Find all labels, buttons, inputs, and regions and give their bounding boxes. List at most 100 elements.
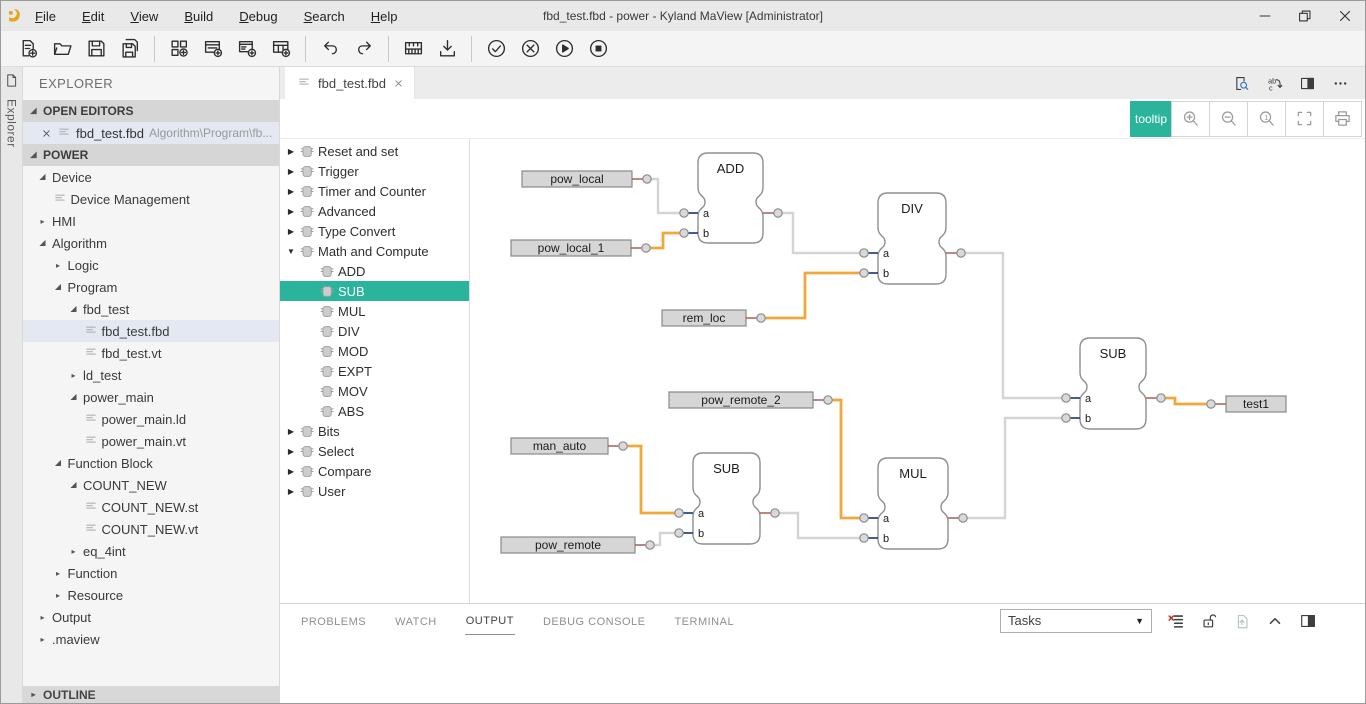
- tree-item-function[interactable]: ▸Function: [23, 562, 279, 584]
- close-tab-icon[interactable]: [393, 78, 404, 89]
- new-table-button[interactable]: [264, 34, 298, 64]
- tree-item-device[interactable]: ◢Device: [23, 166, 279, 188]
- menu-debug[interactable]: Debug: [239, 9, 277, 24]
- library-item-reset-and-set[interactable]: ▶Reset and set: [280, 141, 469, 161]
- collapse-panel-button[interactable]: [1266, 612, 1284, 630]
- library-item-user[interactable]: ▶User: [280, 481, 469, 501]
- connector-port[interactable]: [675, 509, 683, 517]
- new-project-button[interactable]: [162, 34, 196, 64]
- tree-item-device-management[interactable]: Device Management: [23, 188, 279, 210]
- redo-button[interactable]: [347, 34, 381, 64]
- tasks-dropdown[interactable]: Tasks ▼: [1000, 609, 1152, 633]
- undo-button[interactable]: [313, 34, 347, 64]
- tree-item-power-main[interactable]: ◢power_main: [23, 386, 279, 408]
- compile-check-button[interactable]: [479, 34, 513, 64]
- clear-output-button[interactable]: [1167, 612, 1185, 630]
- connector-port[interactable]: [860, 514, 868, 522]
- open-editors-header[interactable]: ◢ OPEN EDITORS: [23, 100, 279, 122]
- close-panel-button[interactable]: [1332, 612, 1350, 630]
- library-item-mod[interactable]: MOD: [280, 341, 469, 361]
- fbd-block-mul[interactable]: MULab: [868, 458, 959, 549]
- save-button[interactable]: [79, 34, 113, 64]
- library-item-add[interactable]: ADD: [280, 261, 469, 281]
- library-item-div[interactable]: DIV: [280, 321, 469, 341]
- connector-port[interactable]: [680, 229, 688, 237]
- tree-item-count-new-st[interactable]: COUNT_NEW.st: [23, 496, 279, 518]
- wire-man_auto-to-SUB2.a[interactable]: [627, 446, 675, 513]
- restore-window-button[interactable]: [1285, 1, 1325, 31]
- panel-layout-button[interactable]: [1299, 612, 1317, 630]
- connector-port[interactable]: [860, 269, 868, 277]
- tooltip-button[interactable]: tooltip: [1130, 101, 1172, 137]
- tree-item-fbd-test-vt[interactable]: fbd_test.vt: [23, 342, 279, 364]
- connector-port[interactable]: [824, 396, 832, 404]
- tree-item-program[interactable]: ◢Program: [23, 276, 279, 298]
- connector-port[interactable]: [675, 529, 683, 537]
- library-item-compare[interactable]: ▶Compare: [280, 461, 469, 481]
- library-item-abs[interactable]: ABS: [280, 401, 469, 421]
- connector-port[interactable]: [774, 209, 782, 217]
- variable-pow_remote[interactable]: pow_remote: [501, 537, 635, 553]
- run-button[interactable]: [547, 34, 581, 64]
- outline-header[interactable]: ▸ OUTLINE: [23, 686, 279, 703]
- wire-rem_loc-to-DIV.b[interactable]: [765, 273, 860, 318]
- connector-port[interactable]: [642, 244, 650, 252]
- replace-button[interactable]: abc: [1266, 75, 1283, 92]
- new-file-button[interactable]: [11, 34, 45, 64]
- fbd-diagram[interactable]: pow_localpow_local_1rem_locpow_remote_2m…: [470, 139, 1364, 603]
- tree-item-count-new[interactable]: ◢COUNT_NEW: [23, 474, 279, 496]
- connector-port[interactable]: [1157, 394, 1165, 402]
- tree-item-hmi[interactable]: ▸HMI: [23, 210, 279, 232]
- variable-man_auto[interactable]: man_auto: [511, 438, 608, 454]
- close-window-button[interactable]: [1325, 1, 1365, 31]
- fit-screen-button[interactable]: [1285, 101, 1324, 137]
- tree-item-count-new-vt[interactable]: COUNT_NEW.vt: [23, 518, 279, 540]
- print-button[interactable]: [1323, 101, 1362, 137]
- open-folder-button[interactable]: [45, 34, 79, 64]
- tree-item-power-main-ld[interactable]: power_main.ld: [23, 408, 279, 430]
- tree-item-algorithm[interactable]: ◢Algorithm: [23, 232, 279, 254]
- library-item-timer-and-counter[interactable]: ▶Timer and Counter: [280, 181, 469, 201]
- tree-item-function-block[interactable]: ◢Function Block: [23, 452, 279, 474]
- variable-pow_local_1[interactable]: pow_local_1: [511, 240, 631, 256]
- tab-fbd-test[interactable]: fbd_test.fbd: [285, 67, 415, 99]
- panel-tab-output[interactable]: OUTPUT: [465, 606, 515, 635]
- activity-bar-label[interactable]: Explorer: [5, 99, 19, 148]
- tree-item-logic[interactable]: ▸Logic: [23, 254, 279, 276]
- menu-edit[interactable]: Edit: [82, 9, 104, 24]
- tree-item-resource[interactable]: ▸Resource: [23, 584, 279, 606]
- wire-pow_local_1-to-ADD.b[interactable]: [650, 233, 680, 248]
- connector-port[interactable]: [646, 541, 654, 549]
- zoom-in-button[interactable]: [1171, 101, 1210, 137]
- variable-pow_remote_2[interactable]: pow_remote_2: [669, 392, 813, 408]
- menu-file[interactable]: File: [35, 9, 56, 24]
- variable-pow_local[interactable]: pow_local: [522, 171, 632, 187]
- tree-item-eq-4int[interactable]: ▸eq_4int: [23, 540, 279, 562]
- open-editor-item[interactable]: fbd_test.fbd Algorithm\Program\fb...: [23, 122, 279, 144]
- more-actions-button[interactable]: [1332, 75, 1349, 92]
- library-item-math-and-compute[interactable]: ▼Math and Compute: [280, 241, 469, 261]
- explorer-file-icon[interactable]: [4, 73, 19, 93]
- new-window-button[interactable]: [230, 34, 264, 64]
- connector-port[interactable]: [619, 442, 627, 450]
- panel-tab-debug-console[interactable]: DEBUG CONSOLE: [542, 607, 646, 635]
- connector-port[interactable]: [860, 249, 868, 257]
- library-item-select[interactable]: ▶Select: [280, 441, 469, 461]
- library-item-bits[interactable]: ▶Bits: [280, 421, 469, 441]
- library-item-type-convert[interactable]: ▶Type Convert: [280, 221, 469, 241]
- menu-help[interactable]: Help: [371, 9, 398, 24]
- close-editor-icon[interactable]: [41, 128, 52, 139]
- download-button[interactable]: [430, 34, 464, 64]
- cancel-button[interactable]: [513, 34, 547, 64]
- zoom-reset-button[interactable]: 1: [1247, 101, 1286, 137]
- unlock-button[interactable]: [1200, 612, 1218, 630]
- library-item-expt[interactable]: EXPT: [280, 361, 469, 381]
- wire-pow_remote-to-SUB2.b[interactable]: [654, 533, 675, 545]
- library-item-trigger[interactable]: ▶Trigger: [280, 161, 469, 181]
- menu-search[interactable]: Search: [304, 9, 345, 24]
- new-pou-button[interactable]: [196, 34, 230, 64]
- connector-port[interactable]: [860, 534, 868, 542]
- panel-tab-problems[interactable]: PROBLEMS: [300, 607, 367, 635]
- tree-item-output[interactable]: ▸Output: [23, 606, 279, 628]
- find-in-file-button[interactable]: [1233, 75, 1250, 92]
